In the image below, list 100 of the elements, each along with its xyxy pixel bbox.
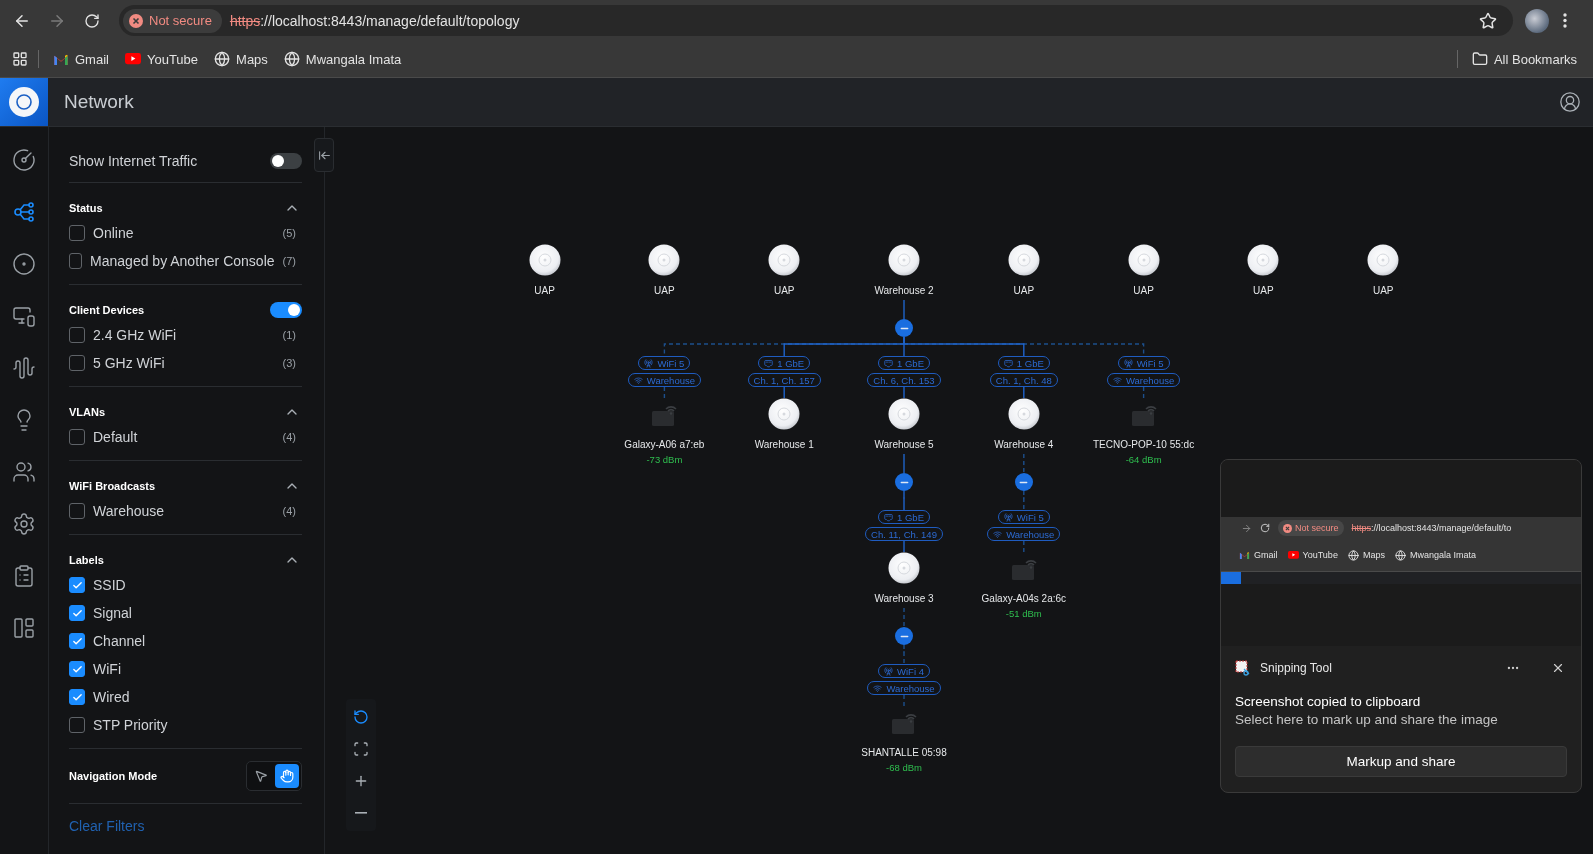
notification-text: Select here to mark up and share the image [1234, 711, 1499, 727]
option-count: (3) [282, 357, 297, 369]
markup-share-button[interactable]: Markup and share [1235, 746, 1567, 777]
globe-icon [1347, 549, 1359, 561]
apps-icon [12, 51, 28, 67]
users-icon [12, 460, 36, 484]
bookmark-star-button[interactable] [1479, 11, 1497, 30]
floorplan-icon [12, 616, 36, 640]
access-point-icon [1367, 244, 1400, 276]
section-title: Navigation Mode [69, 770, 157, 782]
link-line [1023, 453, 1025, 474]
all-bookmarks-button[interactable]: All Bookmarks [1463, 45, 1585, 73]
checkbox[interactable] [69, 689, 85, 705]
collapse-button[interactable] [1014, 473, 1033, 491]
globe-icon [1394, 549, 1406, 561]
link-badge: Ch. 1, Ch. 157 [747, 373, 821, 387]
collapse-button[interactable] [895, 473, 913, 491]
device-name: Galaxy-A04s 2a:6c [981, 593, 1067, 605]
waveform-icon [12, 356, 36, 380]
app-logo [1221, 572, 1241, 584]
checkbox[interactable] [69, 225, 85, 241]
mode-button[interactable] [275, 764, 299, 788]
device-name: UAP [1013, 285, 1035, 297]
apps-button[interactable] [12, 51, 28, 67]
checkbox[interactable] [69, 661, 85, 677]
check-icon [71, 579, 83, 591]
check-icon [71, 607, 83, 619]
link-badge: 1 GbE [997, 356, 1050, 370]
bookmark-item[interactable]: YouTube [116, 45, 207, 73]
menu-icon [1563, 13, 1567, 28]
device-name: SHANTALLE 05:98 [861, 747, 947, 759]
link-badge: WiFi 5 [1117, 356, 1170, 370]
access-point-icon [1007, 398, 1040, 430]
check-icon [71, 663, 83, 675]
hand-icon [280, 769, 294, 783]
checkbox[interactable] [69, 717, 85, 733]
youtube-icon [1287, 551, 1299, 559]
ethernet-port-icon [764, 358, 774, 368]
option-label: 2.4 GHz WiFi [93, 327, 177, 343]
checkbox[interactable] [69, 577, 85, 593]
device-name: UAP [654, 285, 675, 297]
notification-title: Screenshot copied to clipboard [1234, 693, 1422, 709]
ethernet-port-icon [884, 512, 894, 522]
option-label: Online [93, 225, 134, 241]
profile-avatar[interactable] [1525, 8, 1549, 33]
section-title: Labels [69, 554, 104, 566]
access-point-icon [1007, 244, 1040, 276]
globe-icon [283, 51, 300, 67]
toggle-switch[interactable] [270, 153, 302, 169]
option-label: 5 GHz WiFi [93, 355, 165, 371]
bookmark-item[interactable]: Mwangala Imata [275, 45, 410, 73]
option-label: Wired [93, 689, 130, 705]
collapse-button[interactable] [895, 627, 913, 645]
collapse-panel-button[interactable] [314, 138, 334, 172]
option-label: STP Priority [93, 717, 168, 733]
url-text: https://localhost:8443/manage/default/topology [229, 12, 520, 29]
bookmark-item[interactable]: Maps [206, 45, 276, 73]
device-name: TECNO-POP-10 55:dc [1093, 439, 1195, 451]
monitor-icon [12, 304, 36, 328]
checkbox[interactable] [69, 605, 85, 621]
forward-icon [1241, 522, 1252, 534]
option-label: Default [93, 429, 138, 445]
antenna-icon [1003, 512, 1013, 522]
account-button[interactable] [1559, 91, 1581, 113]
link-badge: WiFi 4 [878, 664, 930, 678]
option-label: Managed by Another Console [90, 253, 275, 269]
checkbox[interactable] [69, 429, 85, 445]
bookmark-item: Maps [1347, 549, 1385, 561]
gmail-icon [53, 53, 69, 65]
access-point-icon [1247, 244, 1280, 276]
app-logo[interactable] [0, 78, 48, 126]
signal-strength: -64 dBm [1125, 454, 1162, 466]
link-badge: Warehouse [867, 681, 941, 695]
ethernet-port-icon [884, 358, 894, 368]
reload-icon [84, 12, 100, 29]
bookmark-item: Mwangala Imata [1394, 549, 1476, 561]
youtube-icon [124, 53, 141, 65]
bookmark-item[interactable]: Gmail [45, 45, 117, 73]
section-title: VLANs [69, 406, 106, 418]
close-button[interactable] [1551, 661, 1565, 675]
option-label: Channel [93, 633, 146, 649]
checkbox[interactable] [69, 355, 85, 371]
warning-icon [1283, 523, 1292, 533]
link-line [903, 453, 905, 474]
toggle-switch[interactable] [270, 302, 302, 318]
browser-menu-button[interactable] [1563, 13, 1567, 28]
signal-strength: -51 dBm [1005, 608, 1042, 620]
filter-label: Show Internet Traffic [69, 153, 198, 169]
address-bar[interactable]: Not secure https://localhost:8443/manage/default/topology [119, 5, 1513, 36]
security-chip[interactable]: Not secure [123, 8, 222, 33]
checkbox[interactable] [69, 503, 85, 519]
settings-icon [12, 512, 36, 536]
checkbox[interactable] [69, 253, 83, 269]
option-label: Signal [93, 605, 132, 621]
option-label: WiFi [93, 661, 121, 677]
checkbox[interactable] [69, 633, 85, 649]
collapse-button[interactable] [895, 319, 913, 337]
device-name: Warehouse 5 [874, 439, 934, 451]
checkbox[interactable] [69, 327, 85, 343]
notification-toast[interactable]: Not secure https://localhost:8443/manage/default/to Gmail YouTube Maps Mwangala Imata Snipping Tool Screenshot copied to clipboard Select here to mark up and share the image Markup and share [1220, 459, 1582, 793]
